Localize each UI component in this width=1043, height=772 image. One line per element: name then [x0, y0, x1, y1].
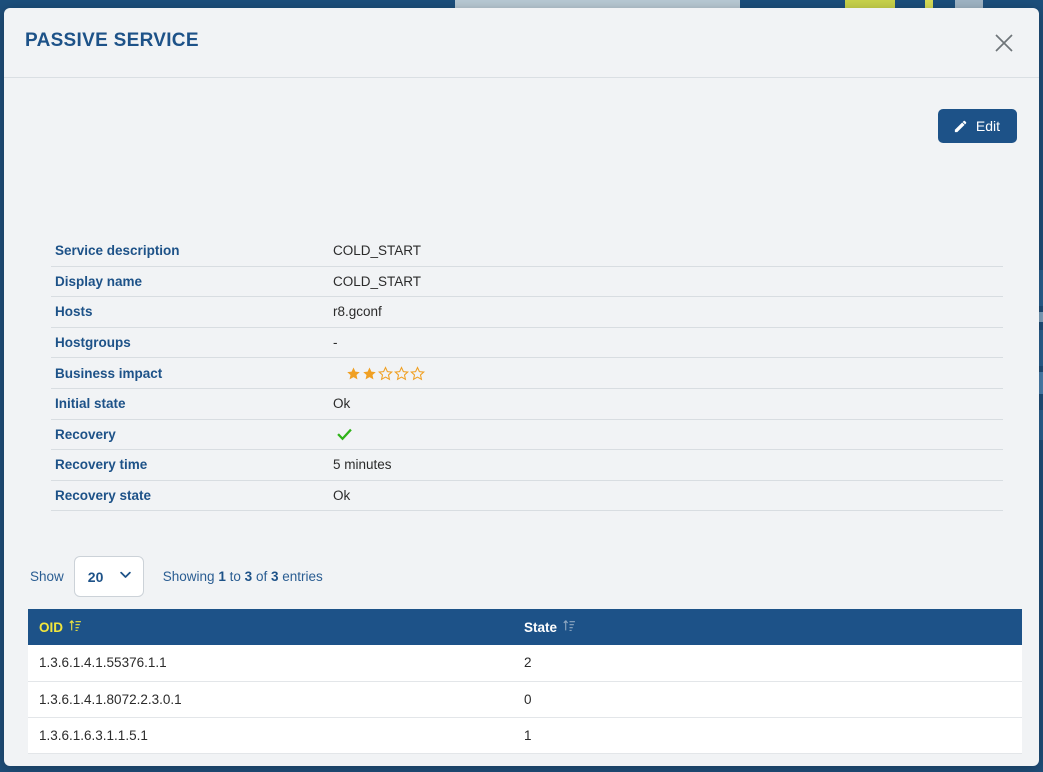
chevron-down-icon [118, 567, 133, 587]
table-head: OID State [28, 609, 1022, 645]
detail-value: 5 minutes [333, 457, 392, 473]
detail-row: Recovery state Ok [51, 481, 1003, 512]
star-empty-icon [410, 365, 425, 381]
star-empty-icon [394, 365, 409, 381]
detail-row-recovery: Recovery [51, 420, 1003, 451]
cell-state: 0 [513, 681, 1022, 718]
edit-button-label: Edit [975, 118, 1000, 134]
detail-value: COLD_START [333, 243, 422, 259]
show-label: Show [30, 569, 64, 584]
entries-from: 1 [218, 569, 226, 584]
column-header-state[interactable]: State [513, 609, 1022, 645]
column-header-state-label: State [524, 619, 558, 635]
table-row[interactable]: 1.3.6.1.6.3.1.1.5.1 1 [28, 717, 1022, 754]
detail-row: Initial state Ok [51, 389, 1003, 420]
detail-row: Hostgroups - [51, 328, 1003, 359]
table-row[interactable]: 1.3.6.1.4.1.8072.2.3.0.1 0 [28, 681, 1022, 718]
page-length-value: 20 [87, 568, 104, 585]
entries-prefix: Showing [162, 569, 215, 584]
detail-label: Recovery time [55, 457, 148, 473]
modal-header: PASSIVE SERVICE [4, 8, 1039, 78]
star-filled-icon [362, 366, 377, 381]
detail-row: Service description COLD_START [51, 236, 1003, 267]
detail-label: Recovery state [55, 488, 152, 504]
detail-value [333, 426, 353, 443]
passive-service-modal: PASSIVE SERVICE Edit Service description… [4, 8, 1039, 766]
sort-ascending-icon [69, 619, 82, 635]
detail-label: Recovery [55, 426, 116, 442]
detail-label: Service description [55, 243, 180, 259]
close-button[interactable] [987, 26, 1021, 60]
detail-label: Hostgroups [55, 335, 131, 351]
cell-state: 1 [513, 717, 1022, 754]
entries-to: 3 [244, 569, 253, 584]
entries-suffix: entries [282, 569, 323, 584]
detail-value: Ok [333, 396, 351, 412]
detail-row: Display name COLD_START [51, 267, 1003, 298]
service-details-list: Service description COLD_START Display n… [51, 236, 1003, 512]
edit-button[interactable]: Edit [937, 109, 1017, 143]
table-body: 1.3.6.1.4.1.55376.1.1 2 1.3.6.1.4.1.8072… [28, 645, 1022, 754]
detail-label: Display name [55, 273, 143, 289]
star-filled-icon [346, 366, 361, 381]
table-header-row: OID State [28, 609, 1022, 645]
oid-state-table: OID State 1.3.6.1.4.1.55376.1.1 2 1.3.6.… [28, 609, 1022, 754]
business-impact-rating [346, 365, 425, 381]
page-title: PASSIVE SERVICE [25, 30, 199, 51]
detail-row: Hosts r8.gconf [51, 297, 1003, 328]
entries-total: 3 [270, 569, 279, 584]
star-empty-icon [378, 365, 393, 381]
checkmark-icon [333, 426, 353, 443]
table-controls: Show 20 Showing 1 to 3 of 3 entries [30, 556, 323, 597]
detail-label: Hosts [55, 304, 93, 320]
column-header-oid[interactable]: OID [28, 609, 513, 645]
pencil-icon [953, 119, 968, 134]
page-length-select[interactable]: 20 [73, 556, 144, 597]
sort-ascending-icon [563, 619, 576, 635]
detail-row-business-impact: Business impact [51, 358, 1003, 389]
detail-value: r8.gconf [333, 304, 382, 320]
column-header-oid-label: OID [39, 619, 64, 635]
modal-body: Edit Service description COLD_START Disp… [4, 78, 1039, 765]
cell-oid: 1.3.6.1.4.1.8072.2.3.0.1 [28, 681, 513, 718]
detail-value: Ok [333, 488, 351, 504]
close-icon [993, 32, 1015, 54]
cell-oid: 1.3.6.1.6.3.1.1.5.1 [28, 717, 513, 754]
table-row[interactable]: 1.3.6.1.4.1.55376.1.1 2 [28, 645, 1022, 682]
detail-value: COLD_START [333, 273, 422, 289]
entries-to-word: to [229, 569, 241, 584]
detail-value: - [333, 335, 338, 351]
detail-value [333, 365, 425, 381]
detail-label: Business impact [55, 365, 163, 381]
entries-info: Showing 1 to 3 of 3 entries [163, 569, 323, 584]
cell-oid: 1.3.6.1.4.1.55376.1.1 [28, 645, 513, 682]
detail-label: Initial state [55, 396, 126, 412]
entries-of-word: of [255, 569, 268, 584]
modal-toolbar: Edit [937, 109, 1017, 143]
cell-state: 2 [513, 645, 1022, 682]
detail-row: Recovery time 5 minutes [51, 450, 1003, 481]
